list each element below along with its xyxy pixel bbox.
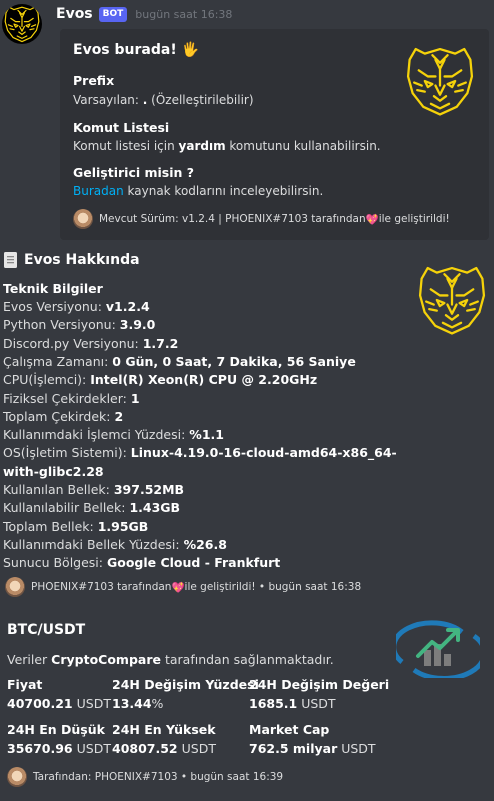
tech-info-row: Toplam Bellek: 1.95GB — [3, 519, 148, 534]
username[interactable]: Evos — [56, 6, 93, 22]
row-value: %26.8 — [183, 536, 227, 552]
tech-info-row: Kullanılabilir Bellek: 1.43GB — [3, 500, 180, 515]
tiger-thumbnail-icon — [406, 47, 474, 116]
page-icon — [4, 252, 17, 268]
row-value: 1 — [130, 390, 140, 406]
tiger-logo-icon — [4, 6, 40, 43]
row-value: 397.52MB — [113, 482, 185, 497]
btc-description: Veriler CryptoCompare tarafından sağlanm… — [7, 652, 334, 667]
developer-field-name: Geliştirici misin ? — [73, 165, 195, 180]
row-label: Çalışma Zamanı: — [3, 353, 113, 369]
row-value: 1.7.2 — [142, 335, 179, 351]
heart-icon: 💖 — [365, 213, 379, 226]
row-label: Kullanılabilir Bellek: — [3, 500, 130, 516]
market-field-name: 24H Değişim Değeri — [249, 677, 390, 692]
market-chart-icon — [396, 620, 480, 678]
market-field-name: 24H En Düşük — [7, 722, 105, 737]
market-field-name: 24H En Yüksek — [112, 722, 216, 737]
timestamp: bugün saat 16:38 — [135, 7, 233, 21]
tech-info-row: OS(İşletim Sistemi): Linux-4.19.0-16-clo… — [3, 445, 397, 460]
market-field-value: 13.44% — [112, 696, 164, 711]
market-field-name: Fiyat — [7, 677, 43, 692]
row-label: Toplam Bellek: — [3, 518, 98, 534]
tech-info-row: Evos Versiyonu: v1.2.4 — [3, 299, 150, 314]
row-label: Kullanılan Bellek: — [3, 482, 114, 497]
about-footer: PHOENIX#7103 tarafından 💖 ile geliştiril… — [5, 577, 361, 597]
row-value: v1.2.4 — [105, 299, 150, 314]
row-value: Intel(R) Xeon(R) CPU @ 2.20GHz — [90, 372, 318, 388]
row-label: Fiziksel Çekirdekler: — [3, 390, 131, 406]
row-value: 3.9.0 — [119, 317, 156, 333]
row-label: Toplam Çekirdek: — [3, 408, 115, 424]
row-value: 1.95GB — [97, 518, 149, 534]
row-value: 1.43GB — [129, 500, 181, 516]
prefix-field-name: Prefix — [73, 73, 115, 88]
commands-field-value: Komut listesi için yardım komutunu kulla… — [73, 139, 381, 153]
row-value: 2 — [114, 408, 124, 424]
tech-info-row: Kullanılan Bellek: 397.52MB — [3, 482, 184, 497]
source-link[interactable]: Buradan — [73, 184, 124, 198]
tech-info-row: with-glibc2.28 — [3, 464, 104, 479]
bot-avatar[interactable] — [2, 4, 42, 44]
row-label: Sunucu Bölgesi: — [3, 555, 107, 571]
message-header: Evos BOT bugün saat 16:38 — [56, 5, 232, 23]
tech-info-row: Fiziksel Çekirdekler: 1 — [3, 391, 140, 406]
tech-info-row: Kullanımdaki Bellek Yüzdesi: %26.8 — [3, 537, 227, 552]
heart-icon: 💖 — [171, 581, 185, 594]
row-value: with-glibc2.28 — [3, 463, 104, 479]
row-label: Kullanımdaki Bellek Yüzdesi: — [3, 536, 184, 552]
tech-info-row: Çalışma Zamanı: 0 Gün, 0 Saat, 7 Dakika,… — [3, 354, 356, 369]
prefix-field-value: Varsayılan: . (Özelleştirilebilir) — [73, 93, 254, 107]
market-field-name: Market Cap — [249, 722, 330, 737]
commands-field-name: Komut Listesi — [73, 120, 170, 135]
footer-avatar — [73, 209, 93, 229]
row-label: Python Versiyonu: — [3, 317, 120, 333]
tech-info-heading: Teknik Bilgiler — [3, 281, 103, 296]
about-title: Evos Hakkında — [24, 252, 140, 268]
row-value: Google Cloud - Frankfurt — [106, 555, 281, 571]
tech-info-row: Sunucu Bölgesi: Google Cloud - Frankfurt — [3, 555, 280, 570]
welcome-embed: Evos burada! 🖐 Prefix Varsayılan: . (Öze… — [60, 29, 489, 240]
market-field-value: 1685.1 USDT — [249, 696, 336, 711]
footer-avatar — [7, 767, 27, 787]
tech-info-row: Discord.py Versiyonu: 1.7.2 — [3, 336, 178, 351]
row-label: CPU(İşlemci): — [3, 372, 91, 388]
row-label: Kullanımdaki İşlemci Yüzdesi: — [3, 427, 190, 443]
tech-info-row: Python Versiyonu: 3.9.0 — [3, 317, 155, 332]
market-field-value: 762.5 milyar USDT — [249, 741, 376, 756]
tech-info-row: CPU(İşlemci): Intel(R) Xeon(R) CPU @ 2.2… — [3, 372, 317, 387]
row-value: %1.1 — [189, 427, 224, 443]
row-label: Discord.py Versiyonu: — [3, 335, 143, 351]
row-label: Evos Versiyonu: — [3, 299, 106, 314]
tech-info-row: Kullanımdaki İşlemci Yüzdesi: %1.1 — [3, 427, 224, 442]
embed-title: Evos burada! 🖐 — [73, 42, 200, 58]
about-heading: Evos Hakkında — [3, 251, 140, 269]
btc-footer: Tarafından: PHOENIX#7103 • bugün saat 16… — [7, 767, 283, 787]
market-field-value: 40807.52 USDT — [112, 741, 216, 756]
tech-info-row: Toplam Çekirdek: 2 — [3, 409, 123, 424]
market-field-value: 35670.96 USDT — [7, 741, 111, 756]
market-field-value: 40700.21 USDT — [7, 696, 111, 711]
row-value: Linux-4.19.0-16-cloud-amd64-x86_64- — [130, 445, 397, 461]
developer-field-value: Buradan kaynak kodlarını inceleyebilirsi… — [73, 184, 324, 198]
btc-title: BTC/USDT — [7, 622, 86, 638]
footer-avatar — [5, 577, 25, 597]
row-label: OS(İşletim Sistemi): — [3, 445, 131, 461]
embed-footer: Mevcut Sürüm: v1.2.4 | PHOENIX#7103 tara… — [73, 209, 450, 229]
bot-tag: BOT — [98, 6, 128, 22]
row-value: 0 Gün, 0 Saat, 7 Dakika, 56 Saniye — [112, 353, 356, 369]
market-field-name: 24H Değişim Yüzdesi — [112, 677, 259, 692]
tiger-thumbnail-icon — [418, 266, 486, 335]
